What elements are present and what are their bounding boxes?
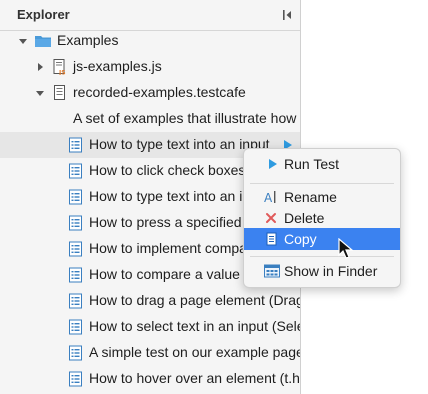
- testcafe-file-icon: [54, 85, 65, 100]
- menu-item-copy[interactable]: Copy: [244, 228, 400, 250]
- menu-item-run-test[interactable]: Run Test: [244, 153, 400, 175]
- test-icon: [69, 215, 82, 231]
- play-icon: [269, 159, 277, 169]
- svg-text:A: A: [264, 191, 273, 204]
- test-icon: [69, 267, 82, 283]
- test-icon: [69, 345, 82, 361]
- context-menu: Run Test A Rename Delete Copy Show in Fi…: [243, 148, 401, 288]
- test-item[interactable]: How to drag a page element (Drag: [0, 288, 300, 314]
- explorer-header: Explorer: [0, 0, 300, 31]
- tree-item-label: js-examples.js: [73, 58, 162, 74]
- test-label: How to press a specified: [89, 214, 242, 230]
- js-file-icon: JS: [53, 59, 66, 76]
- menu-item-rename[interactable]: A Rename: [244, 186, 400, 208]
- test-label: How to hover over an element (t.h: [89, 370, 300, 386]
- test-icon: [69, 293, 82, 309]
- test-label: A simple test on our example page: [89, 344, 301, 360]
- test-label: How to drag a page element (Drag: [89, 292, 301, 308]
- test-label: How to type text into an input: [89, 136, 270, 152]
- explorer-title: Explorer: [17, 7, 70, 22]
- menu-item-label: Run Test: [284, 156, 339, 172]
- menu-item-label: Delete: [284, 210, 325, 226]
- svg-text:JS: JS: [58, 70, 66, 76]
- fixture-description: A set of examples that illustrate how: [0, 106, 300, 132]
- tree-item-label: recorded-examples.testcafe: [73, 84, 246, 100]
- finder-icon: [264, 264, 280, 278]
- copy-icon: [266, 232, 277, 246]
- test-icon: [69, 371, 82, 387]
- test-label: How to implement compa: [89, 240, 247, 256]
- tree-item-label: Examples: [57, 32, 119, 48]
- test-label: How to compare a value: [89, 266, 240, 282]
- collapse-sidebar-icon[interactable]: [282, 9, 292, 21]
- test-icon: [69, 137, 82, 153]
- rename-icon: A: [264, 191, 276, 204]
- menu-item-label: Copy: [284, 231, 317, 247]
- test-label: How to select text in an input (Sele: [89, 318, 301, 334]
- tree-item-recorded-examples[interactable]: recorded-examples.testcafe: [0, 80, 300, 106]
- test-item[interactable]: How to hover over an element (t.h: [0, 366, 300, 392]
- test-icon: [69, 163, 82, 179]
- menu-item-show-in-finder[interactable]: Show in Finder: [244, 260, 400, 282]
- tree-item-examples[interactable]: Examples: [0, 28, 300, 54]
- test-label: How to type text into an i: [89, 188, 243, 204]
- tree-item-js-examples[interactable]: JS js-examples.js: [0, 54, 300, 80]
- menu-item-label: Rename: [284, 189, 337, 205]
- test-icon: [69, 189, 82, 205]
- delete-icon: [266, 213, 276, 223]
- test-item[interactable]: A simple test on our example page: [0, 340, 300, 366]
- menu-item-label: Show in Finder: [284, 263, 378, 279]
- chevron-down-icon[interactable]: [18, 36, 28, 46]
- menu-separator: [250, 183, 394, 184]
- menu-separator: [250, 256, 394, 257]
- folder-icon: [35, 36, 51, 47]
- test-icon: [69, 241, 82, 257]
- test-item[interactable]: How to select text in an input (Sele: [0, 314, 300, 340]
- menu-item-delete[interactable]: Delete: [244, 207, 400, 229]
- description-text: A set of examples that illustrate how: [73, 110, 297, 126]
- chevron-right-icon[interactable]: [35, 62, 45, 72]
- chevron-down-icon[interactable]: [35, 88, 45, 98]
- mouse-pointer-icon: [338, 238, 354, 259]
- test-label: How to click check boxes: [89, 162, 246, 178]
- test-icon: [69, 319, 82, 335]
